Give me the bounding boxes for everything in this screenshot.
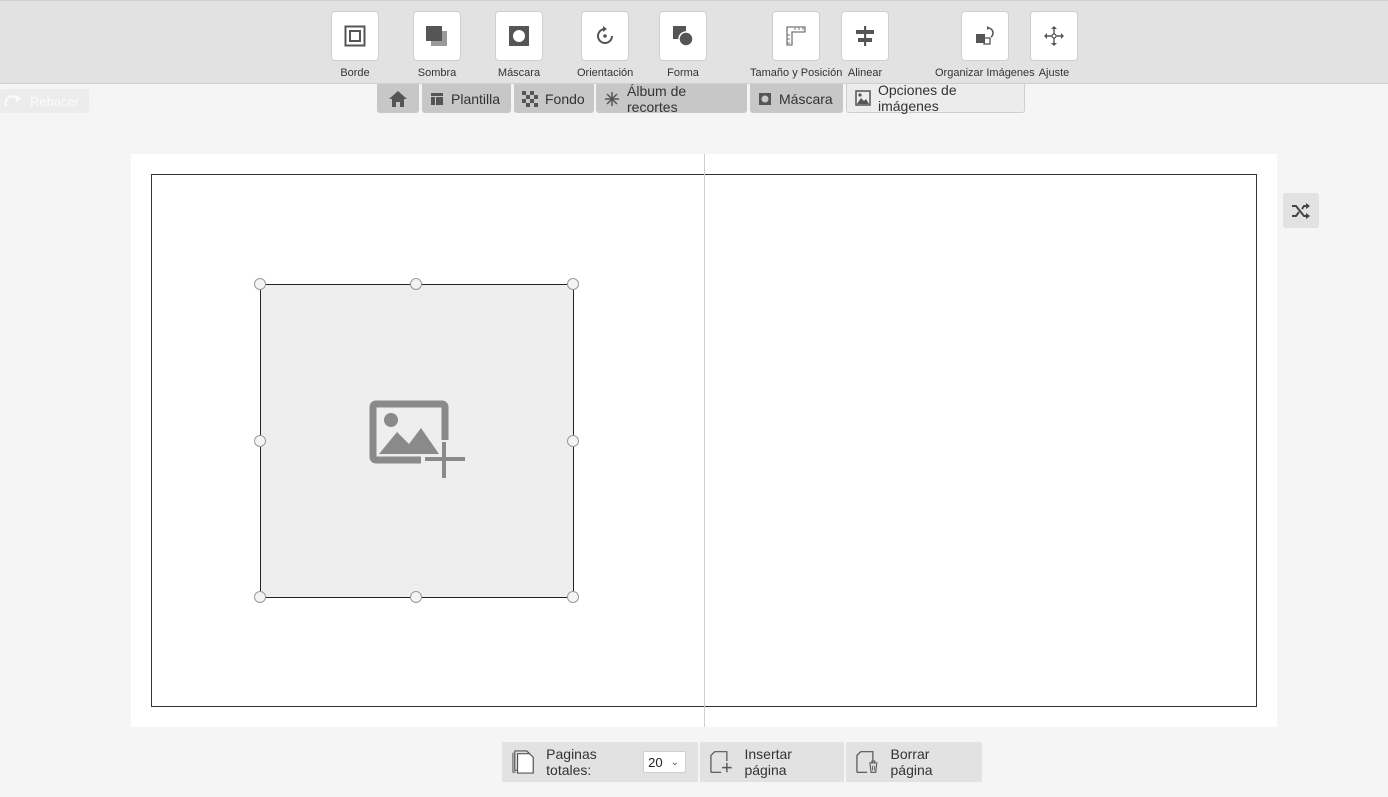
tool-adjust[interactable]: Ajuste [1030, 11, 1078, 79]
sparkle-icon [605, 91, 619, 106]
tool-label: Borde [340, 67, 370, 79]
tool-orientation[interactable]: Orientación [577, 11, 633, 79]
delete-page-button[interactable]: Borrar página [846, 742, 982, 782]
tab-home[interactable] [377, 84, 419, 113]
arrange-icon [975, 26, 994, 45]
resize-handle-left[interactable] [254, 435, 266, 447]
image-placeholder[interactable] [260, 284, 574, 598]
align-icon [856, 26, 874, 46]
tool-label: Tamaño y Posición [750, 67, 843, 79]
redo-label: Rehacer [30, 93, 80, 109]
resize-handle-top-left[interactable] [254, 278, 266, 290]
page-controls-bar: Paginas totales: 20 ⌄ Insertar página Bo… [502, 742, 984, 782]
resize-handle-right[interactable] [567, 435, 579, 447]
tool-label: Alinear [847, 67, 883, 79]
tool-arrange-images[interactable]: Organizar Imágenes [935, 11, 1035, 79]
total-pages: Paginas totales: 20 ⌄ [502, 742, 698, 782]
mask-icon [509, 26, 529, 46]
image-options-toolbar: Borde Sombra Máscara Orientación Forma T… [0, 0, 1388, 84]
template-icon [431, 92, 443, 105]
resize-handle-bottom-left[interactable] [254, 591, 266, 603]
tab-background[interactable]: Fondo [514, 84, 594, 113]
delete-page-icon [856, 751, 878, 773]
resize-handle-top-right[interactable] [567, 278, 579, 290]
resize-handle-bottom[interactable] [410, 591, 422, 603]
tool-shape[interactable]: Forma [659, 11, 707, 79]
total-pages-select[interactable]: 20 ⌄ [643, 751, 686, 773]
tool-align[interactable]: Alinear [841, 11, 889, 79]
background-icon [522, 90, 538, 107]
home-icon [389, 90, 407, 107]
tab-mask[interactable]: Máscara [750, 84, 843, 113]
add-image-icon [369, 400, 465, 482]
tool-label: Sombra [417, 67, 457, 79]
move-icon [1044, 26, 1064, 46]
total-pages-value: 20 [648, 754, 663, 770]
resize-handle-top[interactable] [410, 278, 422, 290]
tool-label: Organizar Imágenes [935, 67, 1035, 79]
page-spine [704, 154, 705, 727]
insert-page-label: Insertar página [744, 746, 792, 778]
tool-border[interactable]: Borde [331, 11, 379, 79]
redo-button[interactable]: Rehacer [0, 89, 89, 113]
chevron-down-icon: ⌄ [670, 756, 679, 768]
tool-shadow[interactable]: Sombra [413, 11, 461, 79]
tool-label: Ajuste [1038, 67, 1070, 79]
image-icon [855, 90, 871, 106]
insert-page-button[interactable]: Insertar página [700, 742, 844, 782]
tab-label: Fondo [545, 90, 585, 107]
tool-label: Forma [667, 67, 699, 79]
shuffle-button[interactable] [1283, 193, 1319, 228]
pages-icon [512, 750, 534, 774]
tab-label: Máscara [779, 90, 833, 107]
tool-label: Máscara [497, 67, 541, 79]
resize-handle-bottom-right[interactable] [567, 591, 579, 603]
ruler-icon [786, 26, 806, 46]
shape-icon [673, 26, 694, 47]
tab-image-options[interactable]: Opciones de imágenes [846, 82, 1025, 114]
border-icon [344, 25, 366, 47]
delete-page-label: Borrar página [890, 746, 933, 778]
tab-scrapbook[interactable]: Álbum de recortes [596, 82, 747, 115]
tab-template[interactable]: Plantilla [422, 84, 511, 113]
shadow-icon [426, 26, 447, 46]
tab-label: Álbum de recortes [627, 82, 687, 115]
rotate-icon [597, 26, 614, 44]
total-pages-label: Paginas totales: [546, 746, 597, 778]
add-page-icon [710, 751, 732, 773]
mask-icon [759, 92, 771, 105]
tab-label: Plantilla [451, 90, 501, 107]
shuffle-icon [1292, 202, 1310, 219]
tool-label: Orientación [577, 67, 634, 79]
redo-icon [4, 95, 21, 107]
tool-mask[interactable]: Máscara [495, 11, 543, 79]
tab-label: Opciones de imágenes [878, 82, 957, 114]
tool-size-position[interactable]: Tamaño y Posición [750, 11, 842, 79]
